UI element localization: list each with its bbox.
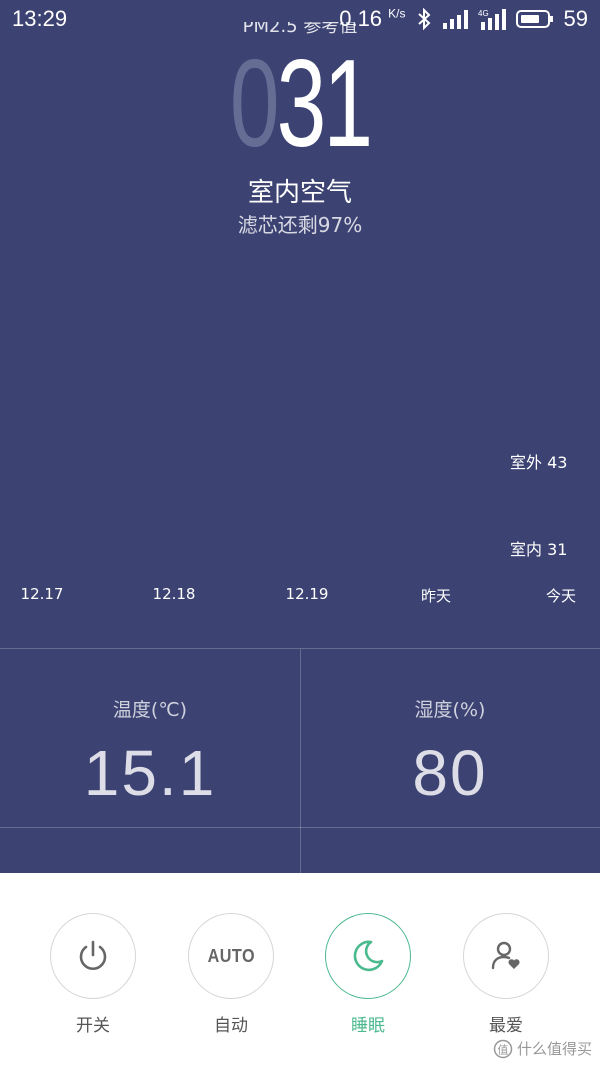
svg-text:4G: 4G <box>478 9 489 18</box>
pm25-value: 31 <box>276 35 373 173</box>
user-heart-icon <box>491 941 520 970</box>
x-tick-label: 12.18 <box>152 585 196 603</box>
x-tick-label: 12.17 <box>20 585 64 603</box>
moon-icon <box>353 940 384 972</box>
watermark-logo-icon: 值 <box>493 1039 513 1058</box>
favorite-button[interactable]: 最爱 <box>461 913 551 1036</box>
pm25-lead-digit: 0 <box>229 35 280 173</box>
favorite-button-circle[interactable] <box>463 913 549 999</box>
x-tick-label: 12.19 <box>285 585 329 603</box>
environment-stats: 温度(℃) 15.1 湿度(%) 80 <box>0 648 600 874</box>
watermark: 值 什么值得买 <box>493 1038 592 1059</box>
column-divider <box>300 649 301 874</box>
speed-unit: K/s <box>388 6 406 21</box>
chart-x-axis: 12.17 12.18 12.19 昨天 今天 <box>0 585 600 605</box>
outdoor-series-label: 室外 43 <box>510 453 568 472</box>
temperature-label: 温度(℃) <box>112 699 188 721</box>
indoor-series-label: 室内 31 <box>510 540 568 559</box>
auto-button-circle[interactable]: AUTO <box>188 913 274 999</box>
temperature-value: 15.1 <box>83 737 217 809</box>
power-icon <box>79 940 107 970</box>
auto-icon: AUTO <box>207 945 255 966</box>
temperature-stat: 温度(℃) 15.1 <box>0 649 300 827</box>
sleep-button-circle[interactable] <box>325 913 411 999</box>
sleep-label: 睡眠 <box>351 1016 385 1036</box>
humidity-label: 湿度(%) <box>414 699 486 721</box>
sleep-button[interactable]: 睡眠 <box>323 913 413 1036</box>
x-tick-label: 今天 <box>545 587 577 605</box>
control-bar: 开关 AUTO 自动 睡眠 最爱 值 什么值得买 <box>0 873 600 1067</box>
auto-label: 自动 <box>214 1016 248 1036</box>
power-button-circle[interactable] <box>50 913 136 999</box>
svg-text:值: 值 <box>497 1043 508 1056</box>
auto-button[interactable]: AUTO 自动 <box>186 913 276 1036</box>
filter-status: 滤芯还剩97% <box>237 213 363 237</box>
watermark-text: 什么值得买 <box>516 1040 592 1058</box>
indoor-air-title: 室内空气 <box>247 178 352 208</box>
pm25-reading: 031 <box>84 42 516 166</box>
humidity-value: 80 <box>412 737 488 809</box>
row-divider <box>0 827 600 828</box>
power-button[interactable]: 开关 <box>48 913 138 1036</box>
x-tick-label: 昨天 <box>420 587 452 605</box>
favorite-label: 最爱 <box>489 1016 523 1036</box>
power-label: 开关 <box>76 1016 110 1036</box>
humidity-stat: 湿度(%) 80 <box>300 649 600 827</box>
pm25-trend-chart: 室外 43 室内 31 <box>0 430 600 570</box>
